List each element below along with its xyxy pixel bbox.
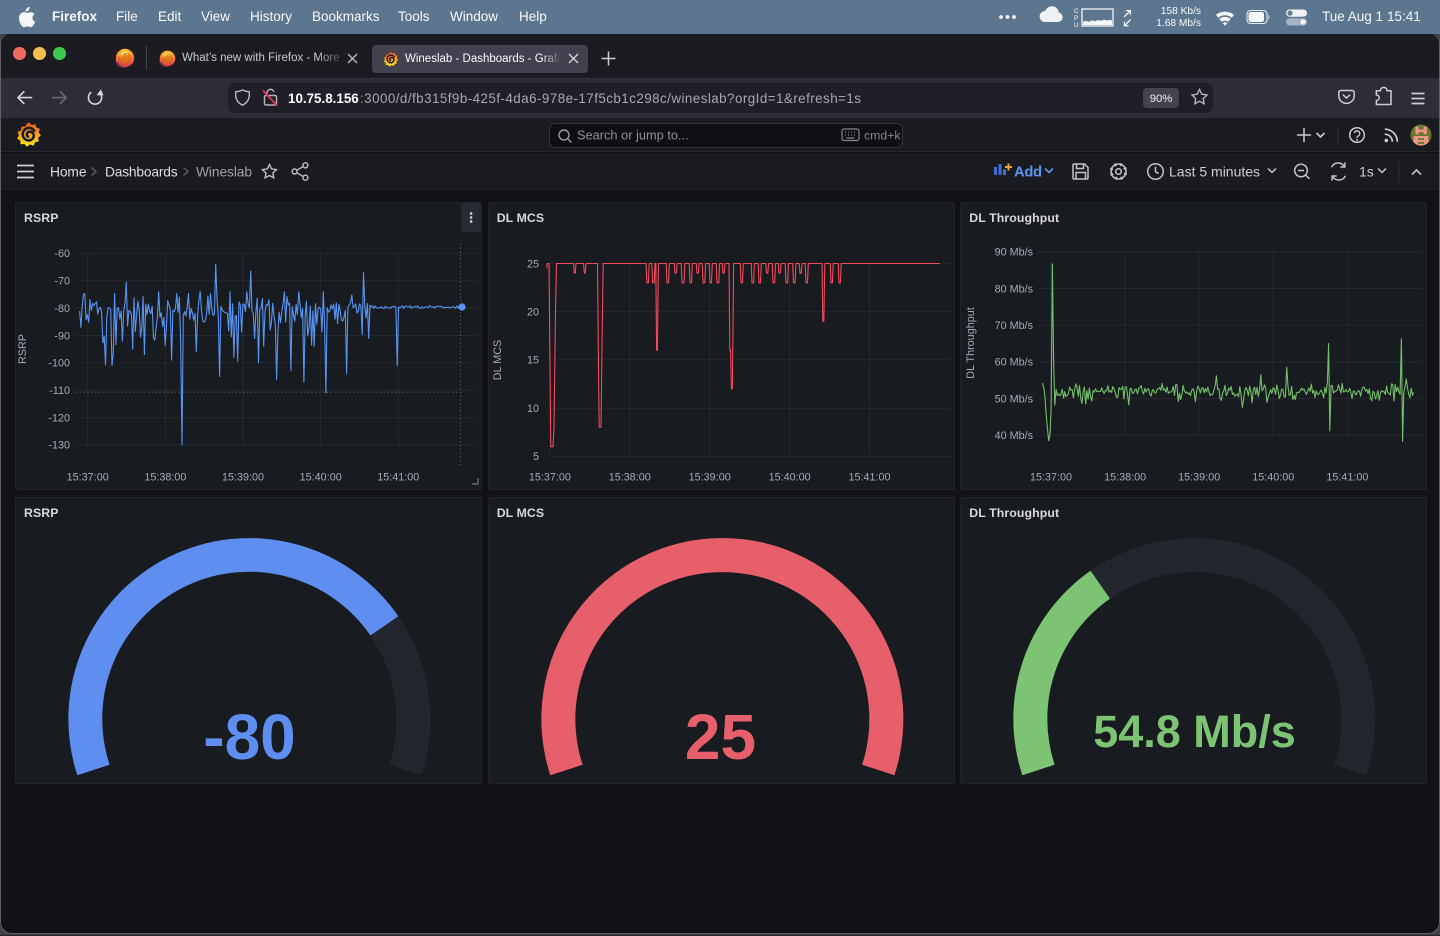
- svg-text:DL MCS: DL MCS: [492, 340, 504, 380]
- svg-text:15:40:00: 15:40:00: [768, 472, 810, 484]
- svg-text:10: 10: [527, 403, 539, 415]
- svg-text:54.8 Mb/s: 54.8 Mb/s: [1094, 706, 1297, 757]
- svg-text:15:41:00: 15:41:00: [848, 472, 890, 484]
- svg-text:5: 5: [533, 451, 539, 463]
- svg-text:-80: -80: [203, 701, 296, 773]
- svg-text:15:37:00: 15:37:00: [529, 472, 571, 484]
- svg-text:80 Mb/s: 80 Mb/s: [995, 283, 1034, 295]
- svg-text:70 Mb/s: 70 Mb/s: [995, 320, 1034, 332]
- svg-text:-60: -60: [54, 248, 70, 260]
- svg-text:1s: 1s: [1359, 164, 1374, 180]
- svg-text:15:38:00: 15:38:00: [144, 472, 186, 484]
- svg-text:20: 20: [527, 307, 539, 319]
- svg-text:90%: 90%: [1150, 93, 1173, 105]
- svg-text:-100: -100: [48, 358, 70, 370]
- svg-text:C: C: [1074, 8, 1079, 15]
- svg-text:RSRP: RSRP: [17, 334, 29, 364]
- svg-text:15:40:00: 15:40:00: [1253, 472, 1295, 484]
- svg-text:-120: -120: [48, 412, 70, 424]
- svg-text:1.68 Mb/s: 1.68 Mb/s: [1156, 18, 1201, 29]
- svg-text:15:38:00: 15:38:00: [1104, 472, 1146, 484]
- svg-text:-70: -70: [54, 276, 70, 288]
- svg-text:-130: -130: [48, 440, 70, 452]
- svg-text:Dashboards: Dashboards: [105, 164, 178, 179]
- svg-text:15:37:00: 15:37:00: [1030, 472, 1072, 484]
- svg-text:-110: -110: [49, 385, 70, 397]
- svg-text:10.75.8.156: 10.75.8.156: [288, 91, 359, 106]
- svg-text:90 Mb/s: 90 Mb/s: [995, 247, 1034, 259]
- svg-text:Search or jump to...: Search or jump to...: [577, 127, 689, 142]
- svg-text:15:38:00: 15:38:00: [608, 472, 650, 484]
- svg-text:P: P: [1074, 15, 1078, 22]
- svg-text:15: 15: [527, 355, 539, 367]
- svg-text:-90: -90: [54, 330, 70, 342]
- svg-text:15:41:00: 15:41:00: [377, 472, 419, 484]
- svg-text:60 Mb/s: 60 Mb/s: [995, 357, 1034, 369]
- svg-text:-80: -80: [54, 303, 70, 315]
- svg-text:15:39:00: 15:39:00: [222, 472, 264, 484]
- svg-text:15:40:00: 15:40:00: [300, 472, 342, 484]
- svg-text:15:39:00: 15:39:00: [688, 472, 730, 484]
- svg-text:Add: Add: [1014, 165, 1042, 181]
- svg-text:Last 5 minutes: Last 5 minutes: [1169, 164, 1260, 180]
- svg-text:25: 25: [527, 258, 539, 270]
- svg-text:40 Mb/s: 40 Mb/s: [995, 430, 1034, 442]
- svg-text::3000/d/fb315f9b-425f-4da6-978: :3000/d/fb315f9b-425f-4da6-978e-17f5cb1c…: [360, 91, 861, 106]
- svg-text:Home: Home: [50, 164, 87, 179]
- svg-text:DL Throughput: DL Throughput: [965, 307, 977, 378]
- svg-text:15:39:00: 15:39:00: [1178, 472, 1220, 484]
- svg-text:50 Mb/s: 50 Mb/s: [995, 393, 1034, 405]
- svg-text:15:41:00: 15:41:00: [1327, 472, 1369, 484]
- svg-text:U: U: [1074, 22, 1079, 29]
- svg-text:cmd+k: cmd+k: [864, 129, 901, 143]
- svg-text:15:37:00: 15:37:00: [67, 472, 109, 484]
- svg-text:25: 25: [685, 701, 756, 773]
- svg-text:Wineslab: Wineslab: [196, 164, 252, 179]
- svg-text:158 Kb/s: 158 Kb/s: [1161, 6, 1201, 17]
